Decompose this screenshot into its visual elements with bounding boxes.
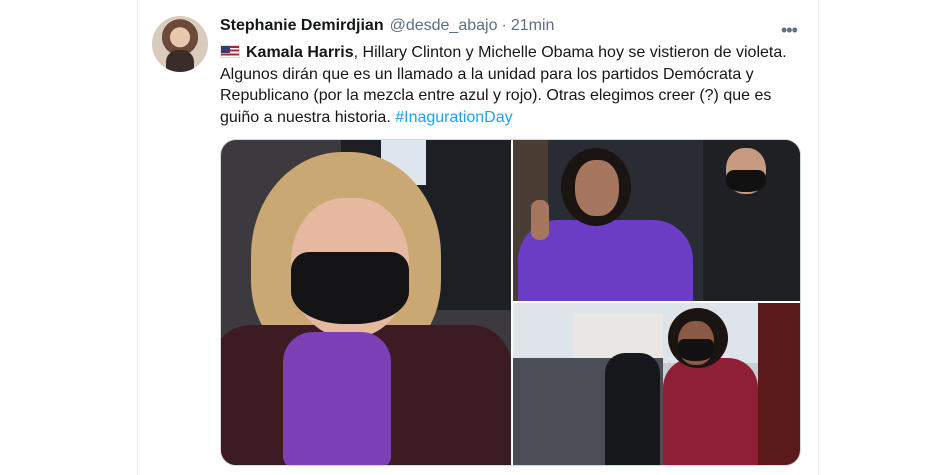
avatar[interactable] (152, 16, 208, 72)
photo-michelle-obama[interactable] (513, 303, 800, 465)
photo-face (575, 160, 619, 216)
more-options-icon[interactable]: ••• (781, 20, 798, 41)
tweet-time[interactable]: 21min (511, 17, 555, 34)
us-flag-icon (220, 45, 240, 58)
photo-raised-hand (531, 200, 549, 240)
avatar-figure (166, 50, 194, 72)
photo-mask (726, 170, 766, 192)
tweet-text: Kamala Harris, Hillary Clinton y Michell… (220, 42, 790, 128)
tweet-header: Stephanie Demirdjian @desde_abajo · 21min (220, 17, 554, 39)
hashtag-link[interactable]: #InagurationDay (395, 109, 512, 126)
photo-kamala-harris[interactable] (513, 140, 800, 301)
photo-burgundy-outfit (663, 358, 758, 465)
photo-mask (678, 339, 714, 361)
tweet-text-bold: Kamala Harris (246, 44, 354, 61)
photo-door (758, 303, 800, 465)
photo-hillary-clinton[interactable] (221, 140, 511, 465)
photo-violet-scarf (283, 332, 391, 465)
photo-mask (291, 252, 409, 324)
media-grid (220, 139, 801, 466)
separator-dot: · (501, 17, 507, 34)
author-name[interactable]: Stephanie Demirdjian (220, 17, 384, 34)
photo-person-suit (605, 353, 660, 465)
author-handle[interactable]: @desde_abajo (390, 17, 498, 34)
